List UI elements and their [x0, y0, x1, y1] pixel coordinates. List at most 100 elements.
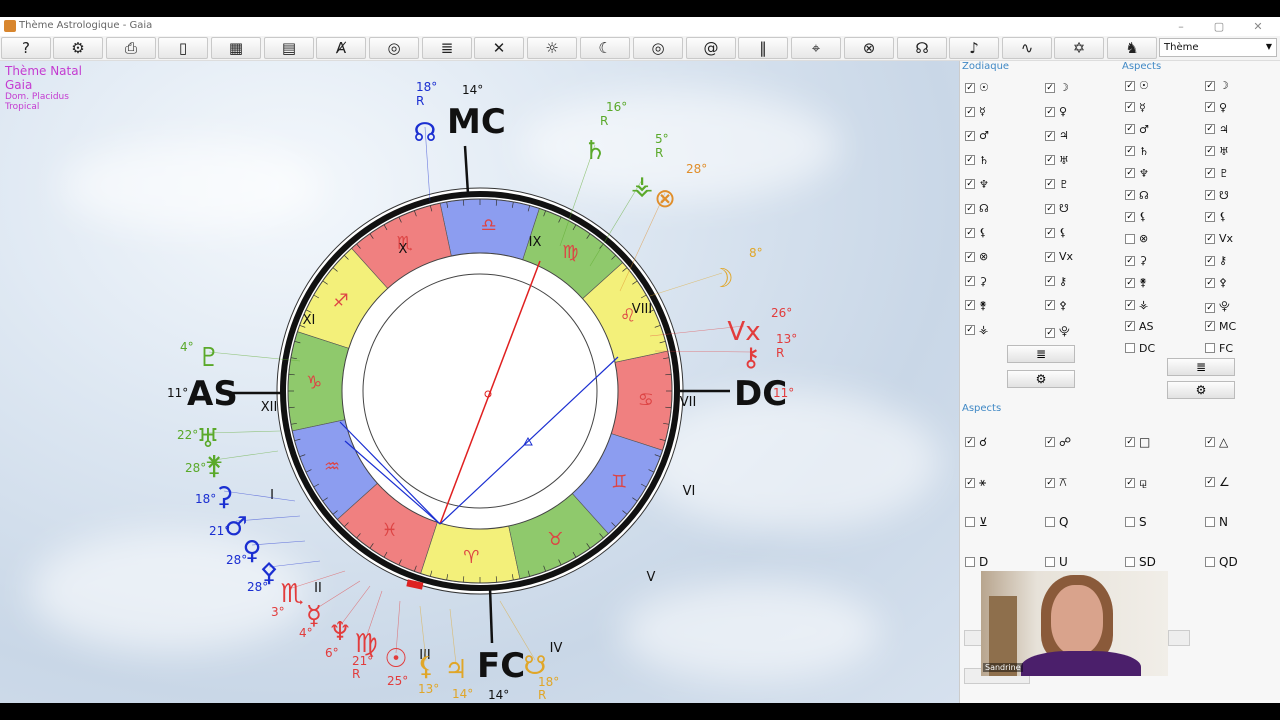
zodiac-select-all-button[interactable]: ≣	[1007, 345, 1075, 363]
zodiac_col1-item[interactable]: ✓ ⚶	[965, 323, 988, 336]
guitar-button[interactable]: ♪	[949, 37, 999, 59]
zodiac_col1-item[interactable]: ✓ ☊	[965, 202, 989, 215]
checkbox[interactable]: ✓	[1125, 437, 1135, 447]
aspects_col2-item[interactable]: ✓ ⚸	[1205, 210, 1227, 223]
checkbox[interactable]: ✓	[1205, 302, 1215, 313]
aspects-reset-button[interactable]: ⚙	[1167, 381, 1235, 399]
aspects_col1-item[interactable]: ⊗	[1125, 232, 1148, 245]
serpent-button[interactable]: ∿	[1002, 37, 1052, 59]
cursor-button[interactable]: ⌖	[791, 37, 841, 59]
checkbox[interactable]: ✓	[965, 130, 975, 141]
checkbox[interactable]: ✓	[1045, 106, 1055, 117]
zodiac_col1-item[interactable]: ✓ ♄	[965, 154, 989, 167]
aspects_col2-item[interactable]: ✓ ♃	[1205, 123, 1229, 136]
checkbox[interactable]: ✓	[1205, 477, 1215, 487]
checkbox[interactable]	[965, 557, 975, 567]
checkbox[interactable]: ✓	[965, 227, 975, 238]
checkbox[interactable]: ✓	[1045, 82, 1055, 93]
family-button[interactable]: ♞	[1107, 37, 1157, 59]
clipboard-button[interactable]: ▤	[264, 37, 314, 59]
chart-canvas[interactable]: Thème Natal Gaia Dom. Placidus Tropical …	[0, 61, 959, 703]
aspects_col2-item[interactable]: ✓ ⚷	[1205, 254, 1227, 267]
aspects_col1-item[interactable]: ✓ ⚶	[1125, 298, 1148, 311]
checkbox[interactable]: ✓	[1205, 211, 1215, 222]
checkbox[interactable]: ✓	[965, 155, 975, 166]
checkbox[interactable]	[1125, 343, 1135, 354]
zodiac_col2-item[interactable]: ✓ ♃	[1045, 129, 1069, 142]
zodiac_col2-item[interactable]: ✓ ♀	[1045, 105, 1067, 118]
checkbox[interactable]: ✓	[1205, 277, 1215, 288]
zodiac_col1-item[interactable]: ✓ ☿	[965, 105, 986, 118]
checkbox[interactable]: ✓	[1045, 179, 1055, 190]
checkbox[interactable]: ✓	[1205, 190, 1215, 200]
cross-circle-button[interactable]: ⊗	[844, 37, 894, 59]
checkbox[interactable]	[1125, 517, 1135, 527]
help-button[interactable]: ?	[1, 37, 51, 59]
calculator-button[interactable]: ▦	[211, 37, 261, 59]
checkbox[interactable]: ✓	[1205, 168, 1215, 179]
star-button[interactable]: ✡	[1054, 37, 1104, 59]
checkbox[interactable]	[1205, 343, 1215, 354]
checkbox[interactable]: ✓	[1045, 477, 1055, 488]
zodiac_col1-item[interactable]: ✓ ⚸	[965, 226, 987, 239]
checkbox[interactable]	[1125, 557, 1135, 567]
checkbox[interactable]: ✓	[1125, 146, 1135, 157]
aspects_col2-item[interactable]: ✓ ♀	[1205, 101, 1227, 114]
spiral-button[interactable]: @	[686, 37, 736, 59]
theme-dropdown[interactable]: Thème ▼	[1159, 38, 1277, 57]
aspects_col1-item[interactable]: ✓ ⚸	[1125, 210, 1147, 223]
checkbox[interactable]: ✓	[1125, 255, 1135, 266]
aspects_col1-item[interactable]: DC	[1125, 342, 1155, 355]
aspect-type-item[interactable]: D	[965, 555, 988, 569]
export-button[interactable]: ▯	[158, 37, 208, 59]
print-button[interactable]: ⎙	[106, 37, 156, 59]
checkbox[interactable]: ✓	[1125, 190, 1135, 200]
aspects_col2-item[interactable]: ✓ ☋	[1205, 189, 1229, 202]
checkbox[interactable]	[1045, 517, 1055, 527]
checkbox[interactable]	[1125, 233, 1135, 244]
checkbox[interactable]	[1205, 557, 1215, 567]
aspects_col2-item[interactable]: ✓ MC	[1205, 320, 1236, 333]
checkbox[interactable]: ✓	[1125, 168, 1135, 179]
compass-button[interactable]: Ⱥ	[316, 37, 366, 59]
checkbox[interactable]: ✓	[1125, 124, 1135, 135]
zodiac_col2-item[interactable]: ✓ Vx	[1045, 250, 1073, 263]
zodiac_col2-item[interactable]: ✓ ♅	[1045, 154, 1069, 167]
zodiac_col1-item[interactable]: ✓ ♆	[965, 178, 989, 191]
aspect-type-item[interactable]: ✓ ⚻	[1045, 475, 1067, 490]
aspect-type-item[interactable]: ✓ △	[1205, 435, 1228, 449]
zodiac_col1-item[interactable]: ✓ ♂	[965, 129, 989, 142]
checkbox[interactable]: ✓	[965, 324, 975, 335]
checkbox[interactable]: ✓	[1045, 276, 1055, 287]
calendar-moon-button[interactable]: ☾	[580, 37, 630, 59]
close-icon[interactable]: ✕	[1243, 18, 1273, 35]
checkbox[interactable]: ✓	[1205, 124, 1215, 135]
checkbox[interactable]	[1045, 557, 1055, 567]
aspects-select-all-button[interactable]: ≣	[1167, 358, 1235, 376]
checkbox[interactable]: ✓	[1045, 155, 1055, 166]
checkbox[interactable]: ✓	[1045, 130, 1055, 141]
aspect-type-item[interactable]: ✓ ☌	[965, 435, 987, 449]
checkbox[interactable]: ✓	[965, 82, 975, 93]
checkbox[interactable]: ✓	[1205, 437, 1215, 447]
checkbox[interactable]: ✓	[965, 477, 975, 488]
calendar-sun-button[interactable]: ☼	[527, 37, 577, 59]
checkbox[interactable]: ✓	[1125, 102, 1135, 113]
aspect-type-item[interactable]: ⊻	[965, 515, 988, 529]
aspect-type-item[interactable]: N	[1205, 515, 1228, 529]
zodiac_col2-item[interactable]: ✓ ☋	[1045, 202, 1069, 215]
aspect-type-item[interactable]: ✓ ⚼	[1125, 475, 1147, 490]
aspects_col1-item[interactable]: ✓ ⚵	[1125, 276, 1147, 289]
checkbox[interactable]: ✓	[1125, 80, 1135, 91]
video-call-window[interactable]: Sandrine	[981, 571, 1168, 676]
spiral-target-button[interactable]: ◎	[369, 37, 419, 59]
checkbox[interactable]: ✓	[1045, 327, 1055, 338]
panel-button[interactable]	[1168, 630, 1190, 646]
zodiac_col2-item[interactable]: ✓ ⯓	[1045, 323, 1070, 342]
node-button[interactable]: ☊	[897, 37, 947, 59]
checkbox[interactable]	[965, 517, 975, 527]
aspect-type-item[interactable]: ✓ ∠	[1205, 475, 1230, 489]
checkbox[interactable]: ✓	[1205, 233, 1215, 244]
zodiac_col2-item[interactable]: ✓ ⚸	[1045, 226, 1067, 239]
checkbox[interactable]: ✓	[1205, 146, 1215, 157]
